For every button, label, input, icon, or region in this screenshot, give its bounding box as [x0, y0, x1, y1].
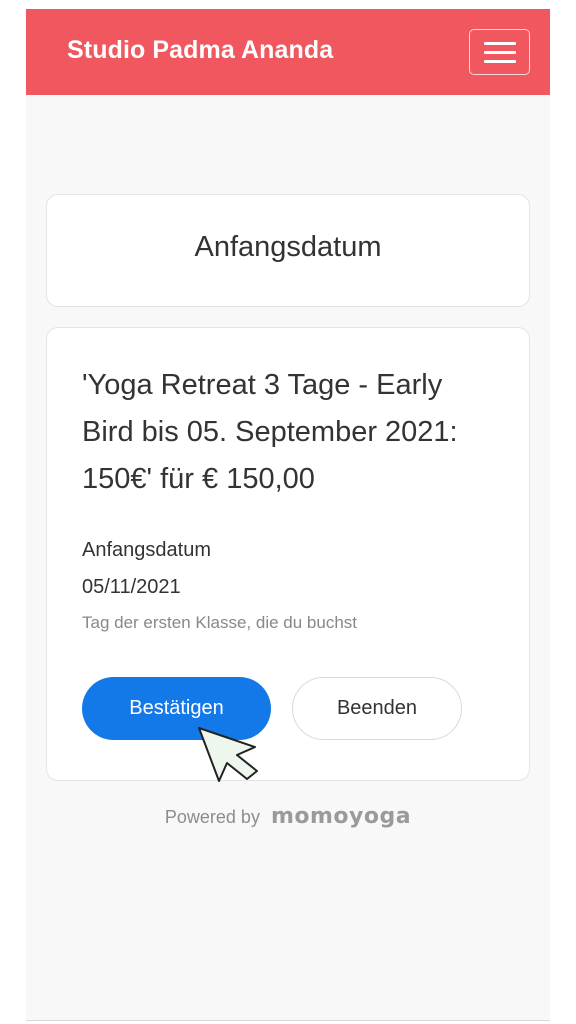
hamburger-menu-icon-bar [484, 60, 516, 63]
cancel-button[interactable]: Beenden [292, 677, 462, 740]
page-title: Anfangsdatum [194, 231, 382, 263]
powered-by-footer: Powered by momoyoga [26, 804, 550, 829]
product-description: 'Yoga Retreat 3 Tage - Early Bird bis 05… [82, 369, 458, 495]
start-date-help-text: Tag der ersten Klasse, die du buchst [82, 613, 357, 632]
hamburger-menu-icon-bar [484, 51, 516, 54]
start-date-value: 05/11/2021 [82, 576, 181, 598]
arrow-pointer-icon [198, 727, 258, 782]
powered-by-text: Powered by [164, 807, 260, 827]
studio-brand-title[interactable]: Studio Padma Ananda [67, 36, 333, 65]
start-date-label: Anfangsdatum [82, 539, 211, 561]
booking-card: 'Yoga Retreat 3 Tage - Early Bird bis 05… [46, 327, 530, 781]
hamburger-menu-icon [484, 42, 516, 45]
page-title-card: Anfangsdatum [46, 194, 530, 307]
momoyoga-logo[interactable]: momoyoga [271, 804, 411, 829]
top-navbar: Studio Padma Ananda [26, 9, 550, 95]
menu-toggle-button[interactable] [469, 29, 530, 75]
app-viewport: Studio Padma Ananda Anfangsdatum 'Yoga R… [26, 9, 550, 1021]
